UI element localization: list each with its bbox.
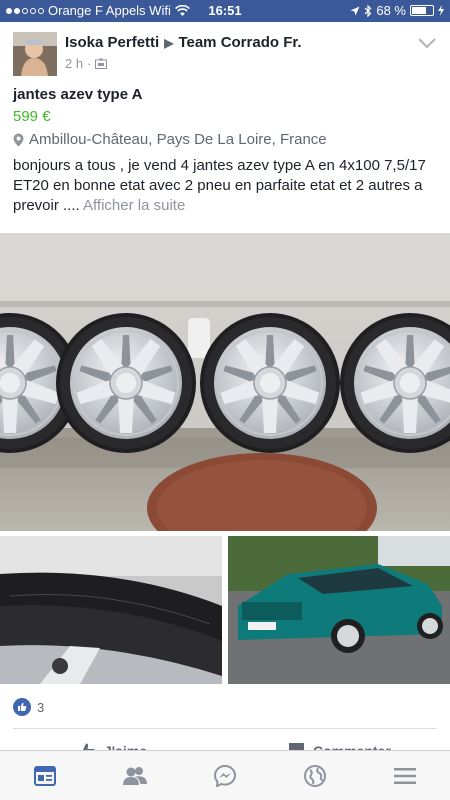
battery-icon — [410, 5, 434, 16]
post-price: 599 € — [13, 108, 51, 125]
location-label: Ambillou-Château, Pays De La Loire, Fran… — [29, 131, 327, 148]
status-bar: Orange F Appels Wifi 16:51 68 % — [0, 0, 450, 22]
group-name[interactable]: Team Corrado Fr. — [178, 34, 301, 51]
tab-friends[interactable] — [90, 751, 180, 800]
news-feed-icon — [34, 765, 56, 786]
post-body: bonjours a tous , je vend 4 jantes azev … — [13, 156, 438, 216]
tab-notifications[interactable] — [270, 751, 360, 800]
like-reaction-icon — [13, 698, 31, 716]
tab-bar — [0, 750, 450, 800]
photo-wheels[interactable] — [0, 233, 450, 531]
photo-tire-closeup[interactable] — [0, 536, 222, 684]
reactions-summary[interactable]: 3 — [13, 698, 44, 716]
author-name[interactable]: Isoka Perfetti — [65, 34, 159, 51]
arrow-right-icon: ▶ — [164, 35, 174, 50]
post-text: bonjours a tous , je vend 4 jantes azev … — [13, 157, 426, 214]
like-count: 3 — [37, 699, 45, 715]
post-title: jantes azev type A — [13, 86, 143, 103]
location-pin-icon — [13, 133, 24, 146]
post-location[interactable]: Ambillou-Château, Pays De La Loire, Fran… — [13, 131, 327, 148]
photo-car[interactable] — [228, 536, 450, 684]
avatar[interactable] — [13, 32, 57, 76]
charging-icon — [438, 5, 444, 16]
privacy-icon — [95, 58, 108, 69]
location-arrow-icon — [350, 6, 360, 15]
divider — [13, 728, 437, 729]
messenger-icon — [214, 764, 236, 787]
see-more-link[interactable]: Afficher la suite — [83, 197, 185, 214]
dot-separator: · — [87, 56, 92, 71]
tab-menu[interactable] — [360, 751, 450, 800]
tab-news-feed[interactable] — [0, 751, 90, 800]
friends-icon — [123, 766, 147, 785]
menu-icon — [394, 767, 416, 784]
post-header: Isoka Perfetti ▶ Team Corrado Fr. 2 h · — [13, 32, 437, 76]
battery-percent: 68 % — [376, 3, 406, 18]
chevron-down-icon[interactable] — [417, 36, 437, 50]
tab-messenger[interactable] — [180, 751, 270, 800]
post-time[interactable]: 2 h — [65, 56, 83, 71]
globe-icon — [304, 764, 326, 787]
bluetooth-icon — [364, 4, 372, 17]
